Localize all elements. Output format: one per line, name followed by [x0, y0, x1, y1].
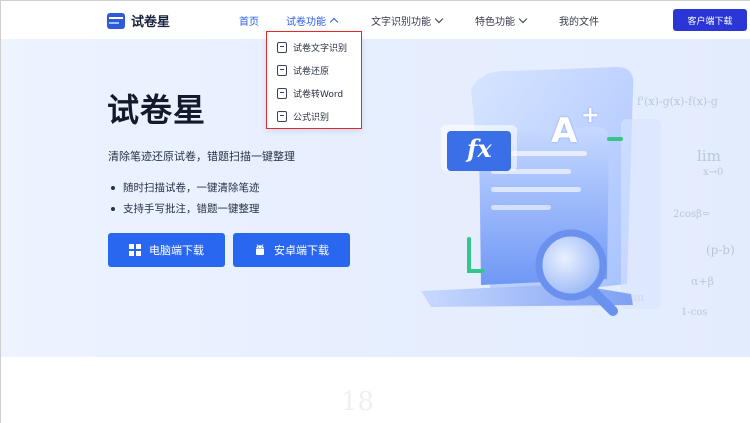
nav-my-files[interactable]: 我的文件 — [559, 1, 599, 39]
nav-home-label: 首页 — [239, 16, 259, 28]
logo-text: 试卷星 — [131, 15, 171, 30]
android-download-button[interactable]: 安卓端下载 — [233, 233, 350, 267]
client-download-button[interactable]: 客户端下载 — [673, 9, 747, 31]
feature-bullets: 随时扫描试卷，一键清除笔迹 支持手写批注，错题一键整理 — [111, 177, 260, 219]
nav-ocr-label: 文字识别功能 — [371, 16, 431, 28]
android-icon — [256, 243, 264, 255]
hero-subtitle: 清除笔迹还原试卷，错题扫描一键整理 — [108, 150, 295, 163]
chevron-up-icon — [329, 17, 339, 26]
dropdown-item-exam-ocr[interactable]: 试卷文字识别 — [267, 36, 361, 59]
document-word-icon — [277, 88, 287, 99]
grade-label: A — [551, 111, 578, 151]
plus-label: + — [581, 103, 600, 128]
dropdown-item-exam-restore[interactable]: 试卷还原 — [267, 59, 361, 82]
nav-feature-functions[interactable]: 特色功能 — [475, 1, 528, 39]
bullet-item: 随时扫描试卷，一键清除笔迹 — [111, 177, 260, 198]
pc-download-label: 电脑端下载 — [149, 244, 204, 257]
nav-files-label: 我的文件 — [559, 16, 599, 28]
dropdown-item-formula-ocr[interactable]: 公式识别 — [267, 105, 361, 128]
logo-icon — [107, 12, 125, 29]
document-restore-icon — [277, 65, 287, 76]
bullet-item: 支持手写批注，错题一键整理 — [111, 198, 260, 219]
top-nav-bar: 试卷星 首页 试卷功能 文字识别功能 特色功能 我的文件 客户端下载 — [1, 1, 750, 39]
dropdown-item-label: 试卷转Word — [293, 90, 344, 100]
dropdown-item-label: 试卷文字识别 — [293, 44, 348, 54]
nav-exam-label: 试卷功能 — [286, 16, 326, 28]
android-download-label: 安卓端下载 — [274, 244, 329, 257]
windows-icon — [129, 244, 141, 256]
nav-ocr-functions[interactable]: 文字识别功能 — [371, 1, 444, 39]
fx-label: fx — [467, 134, 492, 163]
dropdown-item-exam-to-word[interactable]: 试卷转Word — [267, 82, 361, 105]
decorative-text: 18 — [341, 387, 375, 417]
dropdown-item-label: 公式识别 — [293, 113, 330, 123]
pc-download-button[interactable]: 电脑端下载 — [108, 233, 225, 267]
bullet-text: 随时扫描试卷，一键清除笔迹 — [123, 182, 260, 194]
content-area: 18 — [1, 357, 750, 423]
nav-home[interactable]: 首页 — [239, 1, 259, 39]
dropdown-item-label: 试卷还原 — [293, 67, 330, 77]
exam-document-illustration — [421, 66, 661, 316]
bullet-dot-icon — [111, 185, 115, 190]
chevron-down-icon — [518, 14, 528, 23]
exam-functions-dropdown: 试卷文字识别 试卷还原 试卷转Word 公式识别 — [266, 31, 362, 129]
bullet-text: 支持手写批注，错题一键整理 — [123, 203, 260, 215]
document-scan-icon — [277, 42, 287, 53]
bullet-dot-icon — [111, 206, 115, 211]
logo[interactable]: 试卷星 — [107, 11, 170, 30]
hero-illustration: fx A + — [421, 39, 741, 357]
formula-icon — [277, 111, 287, 122]
hero-title: 试卷星 — [107, 91, 207, 129]
chevron-down-icon — [434, 14, 444, 23]
nav-feature-label: 特色功能 — [475, 16, 515, 28]
